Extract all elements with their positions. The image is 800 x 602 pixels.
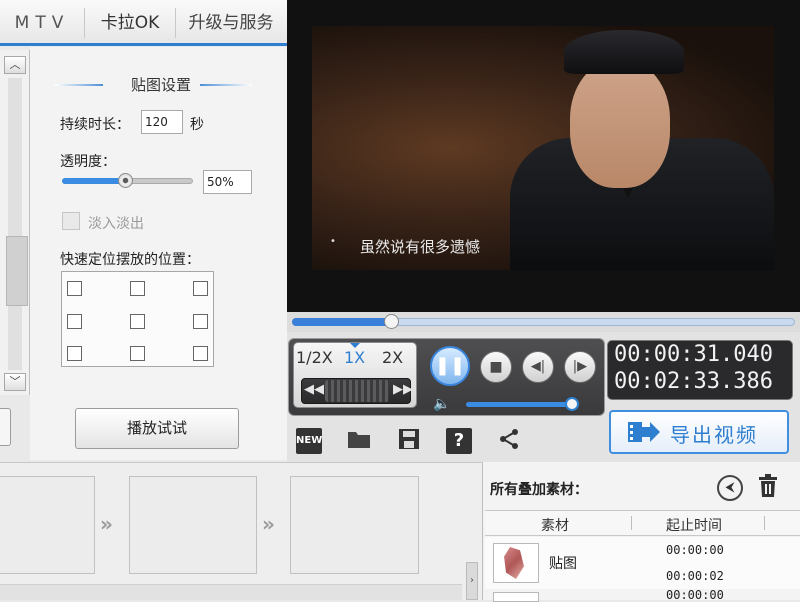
material-thumbnail: [493, 592, 539, 602]
position-top-left[interactable]: [67, 281, 82, 296]
duration-label: 持续时长：: [60, 117, 130, 133]
position-top-right[interactable]: [193, 281, 208, 296]
export-icon: [627, 419, 661, 445]
video-frame[interactable]: [312, 26, 774, 270]
new-file-icon[interactable]: NEW: [296, 428, 322, 454]
scrollbar-track[interactable]: [8, 78, 22, 370]
position-middle-right[interactable]: [193, 314, 208, 329]
stop-button[interactable]: ■: [480, 351, 512, 383]
fade-label: 淡入淡出: [88, 216, 144, 232]
top-tab-bar: MTV 卡拉OK 升级与服务: [0, 0, 287, 46]
table-header: [485, 510, 800, 536]
video-subtitle: 虽然说有很多遗憾: [360, 238, 481, 256]
settings-title: 贴图设置: [130, 76, 191, 94]
subtitle-marker: •: [330, 236, 336, 247]
speed-2x[interactable]: 2X: [382, 348, 403, 367]
column-start-end-time: 起止时间: [666, 518, 722, 534]
opacity-input[interactable]: [203, 170, 252, 194]
opacity-slider-handle[interactable]: [118, 173, 133, 188]
jog-wheel[interactable]: [325, 380, 389, 402]
help-icon[interactable]: ?: [446, 428, 472, 454]
column-divider: [631, 516, 632, 530]
duration-unit: 秒: [190, 117, 204, 133]
total-time: 00:02:33.386: [614, 369, 773, 394]
material-start-time: 00:00:00: [666, 543, 724, 557]
arrow-right-icon: »: [262, 512, 275, 536]
tab-karaoke[interactable]: 卡拉OK: [86, 0, 174, 46]
share-icon[interactable]: [496, 428, 522, 454]
save-icon[interactable]: [396, 428, 422, 454]
position-label: 快速定位摆放的位置：: [60, 252, 200, 268]
overlay-title: 所有叠加素材：: [490, 482, 588, 498]
current-time: 00:00:31.040: [614, 342, 773, 367]
active-tab-underline: [0, 43, 287, 46]
speed-1x[interactable]: 1X: [344, 348, 365, 367]
open-folder-icon[interactable]: [346, 428, 372, 454]
next-frame-button[interactable]: |▶: [564, 351, 596, 383]
duration-input[interactable]: [141, 110, 183, 134]
scroll-up-icon[interactable]: ︿: [4, 56, 26, 74]
material-name: 贴图: [549, 556, 577, 572]
volume-slider-handle[interactable]: [565, 397, 579, 411]
column-divider: [764, 516, 765, 530]
trash-icon[interactable]: [756, 474, 780, 500]
position-top-center[interactable]: [130, 281, 145, 296]
back-arrow-icon[interactable]: ⮜: [717, 475, 743, 501]
play-try-button[interactable]: 播放试试: [75, 408, 239, 449]
opacity-slider-fill: [62, 178, 126, 184]
scroll-down-icon[interactable]: ﹀: [4, 373, 26, 391]
volume-slider[interactable]: [466, 402, 573, 407]
tab-divider: [84, 8, 85, 38]
section-divider: [55, 84, 103, 86]
timeline-scroll-area[interactable]: [0, 584, 462, 600]
position-middle-left[interactable]: [67, 314, 82, 329]
progress-fill: [292, 318, 391, 326]
rewind-icon[interactable]: ◀◀: [304, 382, 324, 397]
opacity-label: 透明度：: [60, 154, 116, 170]
video-person-head: [570, 60, 670, 188]
pause-button[interactable]: ❚❚: [430, 346, 470, 386]
previous-frame-button[interactable]: ◀|: [522, 351, 554, 383]
volume-icon[interactable]: 🔈: [433, 396, 450, 412]
material-end-time: 00:00:02: [666, 569, 724, 583]
position-bottom-right[interactable]: [193, 346, 208, 361]
timeline-slot[interactable]: [290, 476, 419, 574]
arrow-right-icon: »: [100, 512, 113, 536]
position-center[interactable]: [130, 314, 145, 329]
position-bottom-center[interactable]: [130, 346, 145, 361]
fast-forward-icon[interactable]: ▶▶: [393, 382, 413, 397]
fade-checkbox[interactable]: [62, 212, 80, 230]
timeline-slot[interactable]: [129, 476, 257, 574]
timeline-slot[interactable]: [0, 476, 95, 574]
export-video-label: 导出视频: [670, 423, 758, 447]
speed-half[interactable]: 1/2X: [296, 348, 333, 367]
tab-upgrade-service[interactable]: 升级与服务: [177, 0, 285, 46]
column-material: 素材: [541, 518, 569, 534]
tab-mtv[interactable]: MTV: [0, 0, 84, 46]
scrollbar-thumb[interactable]: [6, 236, 28, 306]
chevron-right-icon[interactable]: ›: [466, 562, 478, 600]
partial-button[interactable]: [0, 408, 11, 446]
position-bottom-left[interactable]: [67, 346, 82, 361]
progress-handle[interactable]: [384, 314, 399, 329]
video-person-hat: [564, 30, 684, 74]
tab-divider: [175, 8, 176, 38]
